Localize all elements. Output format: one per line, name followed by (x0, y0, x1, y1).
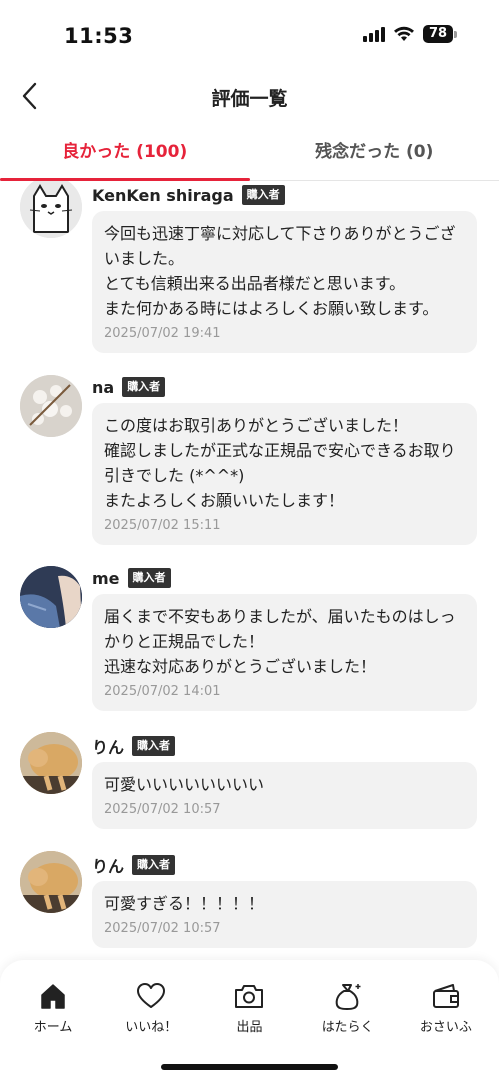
review-comment: 届くまで不安もありましたが、届いたものはしっかりと正規品でした！ 迅速な対応あり… (104, 607, 456, 676)
status-time: 11:53 (64, 24, 134, 48)
avatar[interactable] (20, 732, 82, 794)
nav-label: おさいふ (419, 1020, 472, 1035)
reviewer-name[interactable]: me (92, 569, 120, 588)
nav-label: 出品 (236, 1020, 263, 1035)
heart-icon (135, 980, 167, 1012)
status-icons: 78 (363, 25, 457, 43)
nav-likes[interactable]: いいね！ (106, 960, 196, 1035)
nav-wallet[interactable]: おさいふ (401, 960, 491, 1035)
review-list: KenKen shiraga 購入者 今回も迅速丁寧に対応して下さりありがとうご… (0, 181, 499, 961)
nav-label: いいね！ (125, 1020, 178, 1035)
buyer-badge: 購入者 (132, 736, 176, 756)
reviewer-name[interactable]: KenKen shiraga (92, 186, 234, 205)
review-comment: 可愛いいいいいいいい (104, 775, 265, 794)
review-bubble: 可愛いいいいいいいい 2025/07/02 10:57 (92, 762, 477, 829)
jeans-avatar-icon (20, 566, 82, 628)
review-date: 2025/07/02 10:57 (104, 921, 221, 936)
review-tabs: 良かった (100) 残念だった (0) (0, 124, 499, 181)
review-bubble: この度はお取引ありがとうございました！ 確認しましたが正式な正規品で安心できるお… (92, 403, 477, 545)
nav-work[interactable]: はたらく (303, 960, 393, 1035)
review-date: 2025/07/02 19:41 (104, 326, 221, 341)
avatar[interactable] (20, 851, 82, 913)
buyer-badge: 購入者 (122, 377, 166, 397)
nav-label: はたらく (321, 1020, 374, 1035)
buyer-badge: 購入者 (241, 185, 285, 205)
review-comment: この度はお取引ありがとうございました！ 確認しましたが正式な正規品で安心できるお… (104, 416, 456, 510)
cotton-avatar-icon (20, 375, 82, 437)
avatar[interactable] (20, 566, 82, 628)
home-indicator (161, 1064, 338, 1070)
battery-icon: 78 (423, 25, 457, 43)
home-icon (37, 980, 69, 1012)
review-bubble: 今回も迅速丁寧に対応して下さりありがとうございました。 とても信頼出来る出品者様… (92, 211, 477, 353)
header: 評価一覧 (0, 72, 499, 122)
page-title: 評価一覧 (211, 88, 288, 110)
camera-icon (233, 980, 265, 1012)
cat-photo-avatar-icon (20, 732, 82, 794)
buyer-badge: 購入者 (127, 568, 171, 588)
review-date: 2025/07/02 15:11 (104, 518, 221, 533)
review-header: りん 購入者 (92, 853, 176, 877)
signal-icon (363, 26, 385, 42)
reviewer-name[interactable]: りん (92, 734, 124, 758)
wifi-icon (394, 26, 414, 41)
review-header: me 購入者 (92, 568, 171, 588)
review-bubble: 可愛すぎる！！！！！ 2025/07/02 10:57 (92, 881, 477, 948)
nav-sell[interactable]: 出品 (204, 960, 294, 1035)
money-bag-icon (332, 980, 364, 1012)
review-header: KenKen shiraga 購入者 (92, 185, 285, 205)
cat-avatar-icon (20, 181, 82, 238)
cat-photo-avatar-icon (20, 851, 82, 913)
review-bubble: 届くまで不安もありましたが、届いたものはしっかりと正規品でした！ 迅速な対応あり… (92, 594, 477, 711)
reviewer-name[interactable]: na (92, 378, 114, 397)
tab-bad[interactable]: 残念だった (0) (250, 124, 499, 180)
avatar[interactable] (20, 181, 82, 238)
review-comment: 今回も迅速丁寧に対応して下さりありがとうございました。 とても信頼出来る出品者様… (104, 224, 456, 318)
nav-home[interactable]: ホーム (8, 960, 98, 1035)
review-date: 2025/07/02 14:01 (104, 684, 221, 699)
nav-label: ホーム (33, 1020, 73, 1035)
review-header: りん 購入者 (92, 734, 176, 758)
status-bar: 11:53 78 (0, 0, 499, 72)
bottom-nav: ホーム いいね！ 出品 はたらく おさいふ (0, 960, 499, 1080)
review-comment: 可愛すぎる！！！！！ (104, 894, 265, 913)
reviewer-name[interactable]: りん (92, 853, 124, 877)
tab-good[interactable]: 良かった (100) (0, 124, 250, 181)
review-header: na 購入者 (92, 377, 166, 397)
wallet-icon (430, 980, 462, 1012)
buyer-badge: 購入者 (132, 855, 176, 875)
avatar[interactable] (20, 375, 82, 437)
battery-level: 78 (423, 25, 453, 43)
review-date: 2025/07/02 10:57 (104, 802, 221, 817)
